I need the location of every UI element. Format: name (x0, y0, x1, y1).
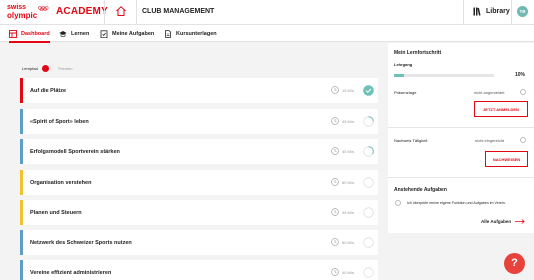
logo-line-2: olympic (7, 11, 38, 20)
toggle-label-themen: Themen (57, 66, 73, 71)
dashboard-icon (9, 29, 17, 38)
tab-meine-aufgaben[interactable]: Meine Aufgaben (100, 25, 154, 42)
help-button[interactable]: ? (504, 253, 525, 274)
tab-kursunterlagen[interactable]: Kursunterlagen (164, 25, 217, 42)
academy-wordmark: ACADEMY (56, 6, 108, 17)
tab-label: Lernen (71, 30, 90, 37)
nachweis-status-circle (520, 137, 526, 143)
graduation-cap-icon (59, 30, 67, 37)
toggle-label-lernpfad: Lernpfad (22, 66, 38, 71)
course-duration: 60 Min. (342, 240, 356, 245)
tab-label: Kursunterlagen (176, 30, 217, 37)
toggle-knob (41, 65, 49, 72)
course-duration: 60 Min. (342, 180, 356, 185)
header-divider (104, 0, 105, 25)
clock-icon (331, 238, 339, 246)
clock-icon (331, 86, 339, 94)
course-duration: 45 Min. (342, 149, 356, 154)
olympic-rings-icon (38, 6, 49, 11)
nachweisen-button[interactable]: NACHWEISEN (485, 151, 528, 167)
progress-fill (394, 74, 404, 77)
header-divider (136, 0, 137, 25)
course-card[interactable]: Auf die Plätze 15 Min. (20, 78, 378, 103)
jetzt-anmelden-button[interactable]: JETZT ANMELDEN (474, 101, 528, 117)
lehrgang-percent: 10% (515, 72, 526, 78)
divider (388, 177, 534, 178)
tab-label: Meine Aufgaben (112, 30, 155, 37)
empty-circle-icon (363, 207, 374, 218)
course-card[interactable]: Organisation verstehen 60 Min. (20, 170, 378, 195)
library-link[interactable]: Library (486, 8, 510, 15)
alle-aufgaben-label: Alle Aufgaben (481, 219, 512, 224)
tab-label: Dashboard (21, 30, 50, 37)
course-card[interactable]: Vereine effizient administrieren 40 Min. (20, 260, 378, 280)
task-text: Ich überprüfe meine eigene Funktion und … (407, 201, 506, 205)
course-title: Netzwerk des Schweizer Sports nutzen (30, 239, 132, 246)
praesenztage-label: Präsenztage (394, 90, 417, 95)
check-circle-icon (363, 85, 374, 96)
course-card[interactable]: «Spirit of Sport» leben 45 Min. (20, 109, 378, 134)
tab-dashboard[interactable]: Dashboard (9, 25, 50, 43)
view-toggle[interactable]: Lernpfad Themen (22, 64, 72, 73)
progress-panel-title: Mein Lernfortschritt (394, 50, 442, 56)
nachweis-status: nicht eingereicht (475, 138, 505, 143)
header-divider (511, 0, 512, 25)
course-card[interactable]: Netzwerk des Schweizer Sports nutzen 60 … (20, 230, 378, 255)
swiss-olympic-logo[interactable]: swiss olympic (7, 4, 53, 21)
course-duration: 45 Min. (342, 210, 356, 215)
divider (388, 127, 534, 128)
home-icon[interactable] (115, 5, 127, 17)
course-title: Erfolgsmodell Sportverein stärken (30, 148, 120, 155)
progress-circle-icon (363, 116, 374, 127)
library-icon[interactable] (473, 7, 481, 16)
praesenztage-status-circle (520, 89, 526, 95)
clock-icon (331, 147, 339, 155)
course-title: «Spirit of Sport» leben (30, 118, 89, 125)
course-duration: 45 Min. (342, 119, 356, 124)
clock-icon (331, 178, 339, 186)
course-duration: 15 Min. (342, 88, 356, 93)
top-bar: swiss olympic ACADEMY CLUB MANAGEMENT Li… (0, 0, 534, 25)
course-title: Planen und Steuern (30, 209, 82, 216)
clock-icon (331, 268, 339, 276)
course-title: Auf die Plätze (30, 87, 67, 94)
nachweis-label: Nachweis Tätigkeit (394, 138, 428, 143)
avatar[interactable]: TB (517, 6, 528, 17)
arrow-right-icon (515, 219, 525, 224)
course-title: Vereine effizient administrieren (30, 269, 112, 276)
lehrgang-progress-bar (394, 74, 494, 77)
task-checkbox[interactable] (395, 200, 401, 206)
course-card[interactable]: Erfolgsmodell Sportverein stärken 45 Min… (20, 139, 378, 164)
tasks-panel-title: Anstehende Aufgaben (394, 187, 447, 193)
main-nav: Dashboard Lernen Meine Aufgaben Kursunte… (0, 25, 534, 43)
toggle-switch[interactable] (41, 65, 54, 72)
clipboard-check-icon (100, 29, 108, 38)
alle-aufgaben-link[interactable]: Alle Aufgaben (481, 219, 525, 224)
progress-panel: Mein Lernfortschritt Lehrgang 10% Präsen… (388, 43, 534, 233)
course-title: Organisation verstehen (30, 179, 92, 186)
clock-icon (331, 208, 339, 216)
lehrgang-label: Lehrgang (394, 62, 413, 67)
empty-circle-icon (363, 177, 374, 188)
empty-circle-icon (363, 267, 374, 278)
empty-circle-icon (363, 237, 374, 248)
clock-icon (331, 117, 339, 125)
praesenztage-status: nicht angemeldet (474, 90, 505, 95)
tab-lernen[interactable]: Lernen (59, 25, 89, 42)
course-duration: 40 Min. (342, 270, 356, 275)
header-divider (463, 0, 464, 25)
page-title: CLUB MANAGEMENT (142, 8, 215, 15)
progress-circle-icon (363, 146, 374, 157)
course-card[interactable]: Planen und Steuern 45 Min. (20, 200, 378, 225)
document-icon (165, 29, 171, 38)
